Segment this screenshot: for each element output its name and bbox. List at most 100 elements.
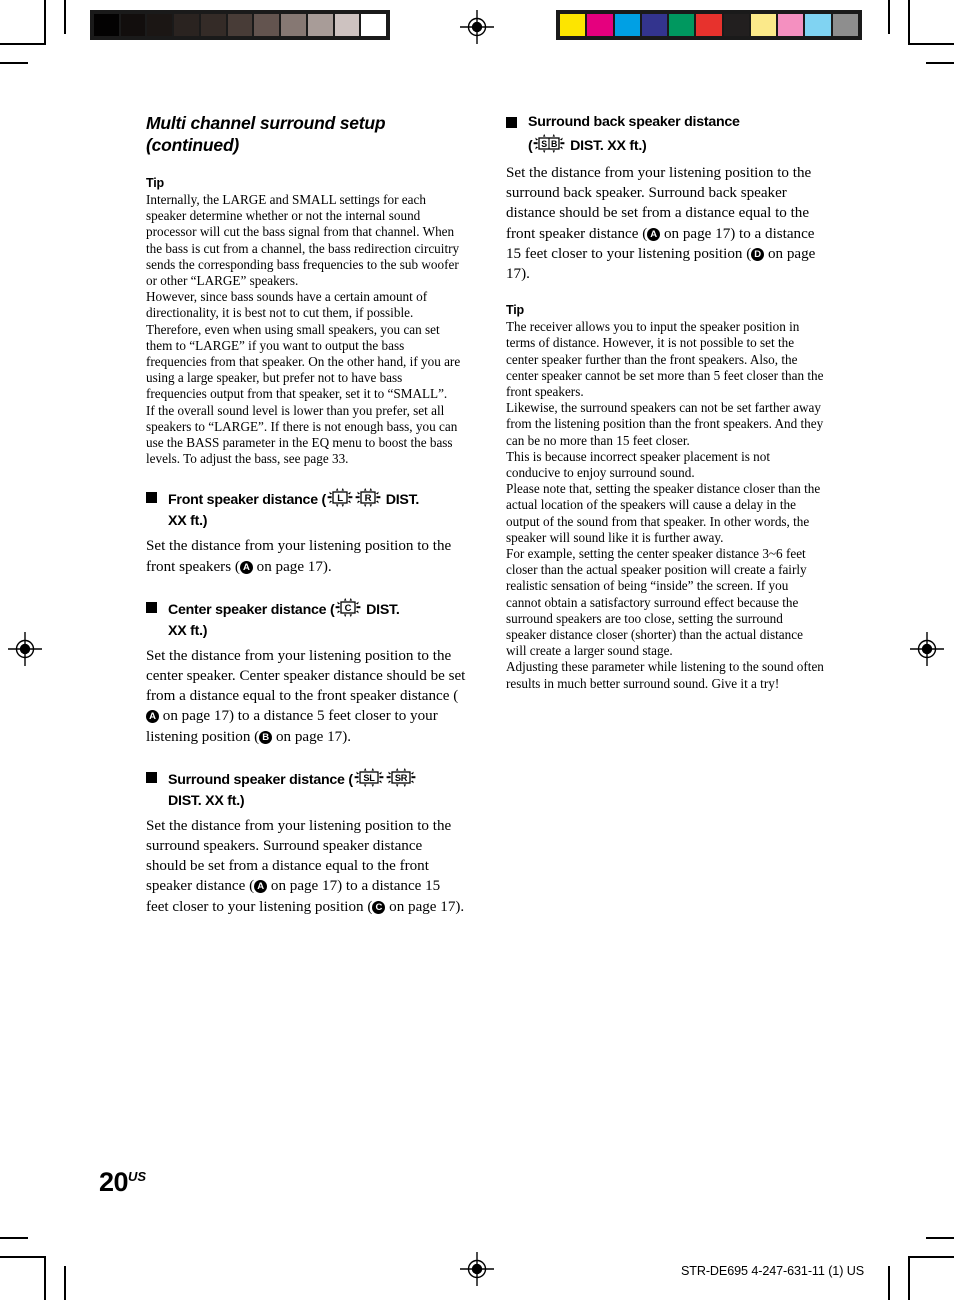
crop-mark-top-left-inner-vertical xyxy=(64,0,66,34)
color-calibration-strip xyxy=(556,10,862,40)
page-number: 20US xyxy=(99,1163,146,1196)
callout-letter-d: D xyxy=(751,247,765,261)
lcd-indicator-sl-icon: SL xyxy=(354,767,384,787)
grayscale-patch xyxy=(361,14,387,36)
page-number-value: 20 xyxy=(99,1167,129,1197)
callout-letter-a: A xyxy=(239,560,253,574)
registration-target-bottom xyxy=(460,1252,494,1286)
tip-paragraph: Please note that, setting the speaker di… xyxy=(506,481,821,545)
section-heading-surround-back-speaker-distance: Surround back speaker distance ( S B DIS… xyxy=(506,112,826,157)
printed-page: Multi channel surround setup (continued)… xyxy=(0,0,954,1300)
page-title-line-2: (continued) xyxy=(146,135,240,155)
crop-mark-bottom-left-inner-vertical xyxy=(64,1266,66,1300)
svg-text:R: R xyxy=(365,494,372,505)
color-patch xyxy=(723,14,749,36)
svg-text:L: L xyxy=(337,494,343,505)
section-heading-line-2: XX ft.) xyxy=(168,513,208,530)
section-heading-line-2: XX ft.) xyxy=(168,622,208,639)
grayscale-patch xyxy=(94,14,119,36)
section-body-front-speaker-distance: Set the distance from your listening pos… xyxy=(146,536,466,576)
color-patch xyxy=(641,14,668,36)
grayscale-patch xyxy=(227,14,253,36)
grayscale-patch xyxy=(334,14,360,36)
section-heading-line-1: Surround back speaker distance xyxy=(528,114,740,130)
registration-target-right xyxy=(910,632,944,666)
grayscale-patch xyxy=(200,14,226,36)
color-patch xyxy=(560,14,586,36)
callout-letter-b: B xyxy=(259,730,273,744)
lcd-indicator-l-icon: L xyxy=(327,487,353,508)
section-body-surround-speaker-distance: Set the distance from your listening pos… xyxy=(146,816,466,917)
page-title: Multi channel surround setup (continued) xyxy=(146,112,466,156)
grayscale-patch xyxy=(281,14,306,36)
section-heading-text: Surround speaker distance ( xyxy=(168,771,353,788)
tip-heading-left: Tip xyxy=(146,176,164,190)
lcd-indicator-sb-icon: S B xyxy=(533,133,565,153)
crop-mark-top-left-horizontal xyxy=(0,43,46,45)
section-heading-surround-speaker-distance: Surround speaker distance ( SL SR DIST. … xyxy=(146,767,466,812)
grayscale-patch xyxy=(120,14,146,36)
lcd-indicator-c-icon: C xyxy=(335,597,361,617)
svg-text:C: C xyxy=(345,603,352,614)
section-heading-text: DIST. xyxy=(382,492,420,509)
section-heading-text: Center speaker distance ( xyxy=(168,601,335,618)
color-patch xyxy=(832,14,858,36)
svg-text:SL: SL xyxy=(363,773,375,783)
crop-mark-top-left-inner-horizontal xyxy=(0,62,28,64)
lcd-indicator-sr-icon: SR xyxy=(386,767,416,787)
body-text: on page 17). xyxy=(385,898,465,915)
grayscale-calibration-strip xyxy=(90,10,390,40)
grayscale-patch xyxy=(147,14,173,36)
crop-mark-top-right-inner-horizontal xyxy=(926,62,954,64)
crop-mark-bottom-left-inner-horizontal xyxy=(0,1237,28,1239)
left-column: Multi channel surround setup (continued)… xyxy=(146,112,466,932)
page-number-region-suffix: US xyxy=(128,1169,147,1184)
tip-paragraph: This is because incorrect speaker placem… xyxy=(506,448,771,481)
tip-paragraph: If the overall sound level is lower than… xyxy=(146,402,458,467)
model-and-part-number: STR-DE695 4-247-631-11 (1) US xyxy=(680,1264,864,1278)
registration-target-top xyxy=(460,10,494,44)
color-patch xyxy=(696,14,722,36)
section-heading-center-speaker-distance: Center speaker distance ( C DIST. XX ft.… xyxy=(146,597,466,642)
crop-mark-bottom-right-inner-horizontal xyxy=(926,1237,954,1239)
crop-mark-bottom-left-vertical xyxy=(44,1258,46,1300)
grayscale-patch xyxy=(174,14,199,36)
tip-paragraph: Internally, the LARGE and SMALL settings… xyxy=(146,192,460,289)
section-heading-text: Front speaker distance ( xyxy=(168,492,326,509)
section-heading-text: DIST. XX ft.) xyxy=(566,138,647,154)
color-patch xyxy=(778,14,804,36)
crop-mark-bottom-left-horizontal xyxy=(0,1256,46,1258)
lcd-indicator-r-icon: R xyxy=(355,487,381,508)
svg-text:S: S xyxy=(542,139,548,149)
callout-letter-a: A xyxy=(146,710,159,724)
crop-mark-top-right-horizontal xyxy=(908,43,954,45)
crop-mark-top-right-inner-vertical xyxy=(888,0,890,34)
crop-mark-bottom-right-vertical xyxy=(908,1258,910,1300)
section-heading-text: ( xyxy=(528,138,533,154)
tip-heading-right: Tip xyxy=(506,303,524,318)
callout-letter-c: C xyxy=(372,900,386,914)
section-heading-text: DIST. xyxy=(362,601,400,618)
section-body-surround-back-speaker-distance: Set the distance from your listening pos… xyxy=(506,163,826,284)
tip-paragraph: Adjusting these parameter while listenin… xyxy=(506,659,824,691)
page-title-line-1: Multi channel surround setup xyxy=(146,113,386,133)
color-patch xyxy=(587,14,613,36)
tip-paragraph: For example, setting the center speaker … xyxy=(506,546,807,659)
body-text: on page 17). xyxy=(272,728,352,745)
grayscale-patch xyxy=(307,14,333,36)
crop-mark-bottom-right-inner-vertical xyxy=(888,1266,890,1300)
body-text: Set the distance from your listening pos… xyxy=(146,647,466,705)
section-body-center-speaker-distance: Set the distance from your listening pos… xyxy=(146,646,466,747)
color-patch xyxy=(669,14,695,36)
tip-paragraph: However, since bass sounds have a certai… xyxy=(146,289,461,402)
section-heading-front-speaker-distance: Front speaker distance ( L R DIST. XX ft… xyxy=(146,487,466,532)
registration-target-left xyxy=(8,632,42,666)
color-patch xyxy=(805,14,831,36)
crop-mark-top-right-vertical xyxy=(908,0,910,43)
crop-mark-bottom-right-horizontal xyxy=(908,1256,954,1258)
svg-text:B: B xyxy=(551,139,557,149)
tip-paragraph: The receiver allows you to input the spe… xyxy=(506,319,824,400)
color-patch xyxy=(614,14,640,36)
crop-mark-top-left-vertical xyxy=(44,0,46,43)
body-text: on page 17). xyxy=(252,558,332,575)
